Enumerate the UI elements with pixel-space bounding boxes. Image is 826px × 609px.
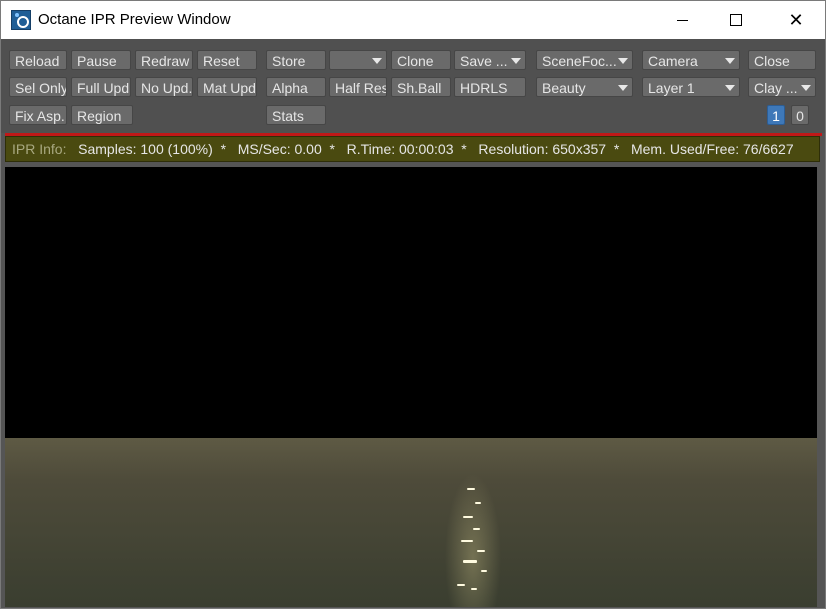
store-button[interactable]: Store: [266, 50, 326, 70]
close-window-button[interactable]: ✕: [773, 1, 819, 39]
chevron-down-icon: [725, 85, 735, 91]
sun-glint: [481, 570, 487, 572]
view-1-toggle[interactable]: 1: [767, 105, 785, 125]
sun-glint: [471, 588, 477, 590]
view-0-toggle[interactable]: 0: [791, 105, 809, 125]
ms-sec-readout: MS/Sec: 0.00: [237, 141, 322, 157]
layer-dropdown-label: Layer 1: [648, 80, 695, 96]
pause-button[interactable]: Pause: [71, 50, 131, 70]
full-update-button[interactable]: Full Upd.: [71, 77, 131, 97]
chevron-down-icon: [372, 58, 382, 64]
sun-glint: [461, 540, 473, 542]
chevron-down-icon: [511, 58, 521, 64]
sun-glint: [473, 528, 480, 530]
maximize-icon: [730, 14, 742, 26]
ipr-preview-window: Octane IPR Preview Window ✕ Reload Pause…: [0, 0, 826, 609]
redraw-button[interactable]: Redraw: [135, 50, 193, 70]
sun-glint: [457, 584, 465, 586]
hdrls-button[interactable]: HDRLS: [454, 77, 526, 97]
clone-button[interactable]: Clone: [391, 50, 451, 70]
ipr-toolbar: Reload Pause Redraw Reset Store Clone Sa…: [1, 39, 825, 133]
half-res-button[interactable]: Half Res: [329, 77, 387, 97]
store-slot-dropdown[interactable]: [329, 50, 387, 70]
scene-focus-dropdown[interactable]: SceneFoc...: [536, 50, 633, 70]
shader-ball-button[interactable]: Sh.Ball: [391, 77, 451, 97]
info-separator: *: [220, 141, 227, 157]
title-bar[interactable]: Octane IPR Preview Window ✕: [1, 1, 825, 39]
material-update-button[interactable]: Mat Upd: [197, 77, 257, 97]
samples-readout: Samples: 100 (100%): [78, 141, 213, 157]
info-separator: *: [329, 141, 335, 157]
save-dropdown-label: Save ...: [460, 53, 508, 69]
chevron-down-icon: [725, 58, 735, 64]
clay-mode-label: Clay ...: [754, 80, 798, 96]
minimize-button[interactable]: [659, 1, 705, 39]
sun-glint: [463, 516, 473, 518]
render-time-readout: R.Time: 00:00:03: [346, 141, 454, 157]
scene-focus-label: SceneFoc...: [542, 53, 617, 69]
clay-mode-dropdown[interactable]: Clay ...: [748, 77, 816, 97]
stats-button[interactable]: Stats: [266, 105, 326, 125]
camera-dropdown-label: Camera: [648, 53, 698, 69]
sun-glint: [463, 560, 477, 563]
sun-glint: [467, 488, 475, 490]
maximize-button[interactable]: [713, 1, 759, 39]
render-viewport[interactable]: [5, 167, 817, 607]
render-pass-label: Beauty: [542, 80, 586, 96]
sun-glint: [477, 550, 485, 552]
info-separator: *: [461, 141, 467, 157]
minimize-icon: [676, 19, 688, 21]
render-pass-dropdown[interactable]: Beauty: [536, 77, 633, 97]
sel-only-button[interactable]: Sel Only: [9, 77, 67, 97]
ipr-info-bar: IPR Info: Samples: 100 (100%) * MS/Sec: …: [5, 136, 820, 162]
window-title: Octane IPR Preview Window: [38, 11, 231, 28]
camera-dropdown[interactable]: Camera: [642, 50, 740, 70]
no-update-button[interactable]: No Upd.: [135, 77, 193, 97]
resolution-readout: Resolution: 650x357: [478, 141, 607, 157]
octane-app-icon: [11, 10, 31, 30]
chevron-down-icon: [618, 58, 628, 64]
close-icon: ✕: [788, 9, 804, 30]
fix-aspect-button[interactable]: Fix Asp.: [9, 105, 67, 125]
region-button[interactable]: Region: [71, 105, 133, 125]
alpha-button[interactable]: Alpha: [266, 77, 326, 97]
info-label: IPR Info:: [12, 141, 67, 157]
sun-glint: [475, 502, 481, 504]
reload-button[interactable]: Reload: [9, 50, 67, 70]
render-sky-area: [5, 167, 817, 438]
layer-dropdown[interactable]: Layer 1: [642, 77, 740, 97]
info-separator: *: [613, 141, 620, 157]
chevron-down-icon: [618, 85, 628, 91]
memory-readout: Mem. Used/Free: 76/6627: [630, 141, 794, 157]
save-dropdown[interactable]: Save ...: [454, 50, 526, 70]
render-ocean-image: [5, 438, 817, 607]
reset-button[interactable]: Reset: [197, 50, 257, 70]
close-button[interactable]: Close: [748, 50, 816, 70]
chevron-down-icon: [801, 85, 811, 91]
